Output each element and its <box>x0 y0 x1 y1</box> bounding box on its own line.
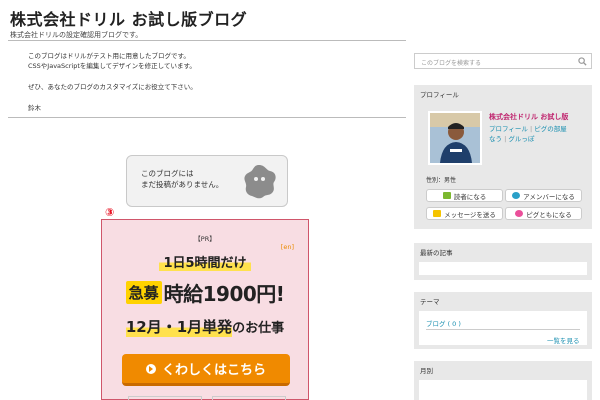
pigg-icon <box>515 210 524 217</box>
intro-text: このブログはドリルがテスト用に用意したブログです。 CSSやJavaScript… <box>28 51 197 113</box>
become-pigg-friend-button[interactable]: ピグともになる <box>505 207 582 220</box>
blog-search-input[interactable]: このブログを検索する <box>414 53 592 69</box>
annotation-number: ③ <box>105 206 115 219</box>
ad-en-badge: [en] <box>280 243 294 251</box>
ad-headline-text: 1日5時間だけ <box>159 252 251 271</box>
search-icon[interactable] <box>578 57 587 66</box>
now-link[interactable]: なう <box>489 135 502 143</box>
become-pigg-friend-label: ピグともになる <box>526 210 572 219</box>
send-message-button[interactable]: メッセージを送る <box>426 207 503 220</box>
details-button-label: くわしくはこちら <box>161 363 266 378</box>
blog-title[interactable]: 株式会社ドリル お試し版ブログ <box>10 6 247 30</box>
room-link[interactable]: ピグの部屋 <box>534 125 567 133</box>
intro-line: このブログはドリルがテスト用に用意したブログです。 <box>28 52 190 60</box>
message-icon <box>433 210 442 217</box>
next-ad-edge <box>128 396 202 400</box>
ad-pr-label: 【PR】 <box>194 235 216 243</box>
ad-headline: 1日5時間だけ <box>102 252 308 271</box>
profile-avatar[interactable] <box>428 111 482 165</box>
gurupa-link[interactable]: グルっぽ <box>508 135 534 143</box>
no-posts-line: このブログには <box>141 169 194 178</box>
ad-wage-line: 急募 時給1900円! <box>102 278 308 307</box>
theme-header: テーマ <box>414 292 592 307</box>
header-divider <box>8 40 406 41</box>
ad-period-line: 12月・1月単発のお仕事 <box>102 316 308 337</box>
recent-posts-panel <box>414 258 592 280</box>
recent-posts-list <box>419 262 587 275</box>
character-icon <box>244 165 276 199</box>
no-posts-line: まだ投稿がありません。 <box>141 180 224 189</box>
become-amember-label: アメンバーになる <box>523 192 575 201</box>
become-reader-label: 読者になる <box>453 192 487 201</box>
reader-icon <box>442 192 451 199</box>
search-placeholder: このブログを検索する <box>421 60 482 67</box>
avatar-image <box>430 113 480 163</box>
details-button[interactable]: くわしくはこちら <box>122 354 290 386</box>
profile-link[interactable]: プロフィール <box>489 125 528 133</box>
next-ad-edge <box>212 396 286 400</box>
become-amember-button[interactable]: アメンバーになる <box>505 189 582 202</box>
wage-text: 時給1900円! <box>163 282 285 306</box>
monthly-archive-panel <box>414 376 592 400</box>
no-posts-message: このブログには まだ投稿がありません。 <box>141 168 223 190</box>
theme-divider <box>426 329 580 330</box>
monthly-archive-list <box>419 380 587 400</box>
profile-header: プロフィール <box>414 85 592 100</box>
period-text: 12月・1月単発 <box>125 316 233 337</box>
urgent-tag: 急募 <box>125 281 162 304</box>
arrow-right-icon <box>145 363 156 374</box>
no-posts-box: このブログには まだ投稿がありません。 <box>126 155 288 207</box>
blog-description: 株式会社ドリルの設定確認用ブログです。 <box>10 31 143 39</box>
theme-see-all-link[interactable]: 一覧を見る <box>547 335 580 345</box>
profile-name[interactable]: 株式会社ドリル お試し版 <box>489 112 568 122</box>
intro-divider <box>8 117 406 118</box>
send-message-label: メッセージを送る <box>444 210 496 219</box>
monthly-archive-header: 月別 <box>414 361 592 376</box>
intro-line: ぜひ、あなたのブログのカスタマイズにお役立て下さい。 <box>28 83 197 91</box>
job-text: のお仕事 <box>232 321 285 336</box>
theme-blog-link[interactable]: ブログ ( 0 ) <box>426 318 461 328</box>
intro-line: CSSやJavaScriptを編集してデザインを修正しています。 <box>28 62 196 70</box>
profile-gender: 性別：男性 <box>426 177 457 184</box>
job-ad-banner[interactable]: 【PR】 [en] 1日5時間だけ 急募 時給1900円! 12月・1月単発のお仕… <box>101 219 309 400</box>
profile-links: プロフィール | ピグの部屋 なう | グルっぽ <box>489 125 567 143</box>
intro-signature: 鈴木 <box>28 104 41 112</box>
become-reader-button[interactable]: 読者になる <box>426 189 503 202</box>
amember-icon <box>512 192 521 199</box>
recent-posts-header: 最新の記事 <box>414 243 592 258</box>
